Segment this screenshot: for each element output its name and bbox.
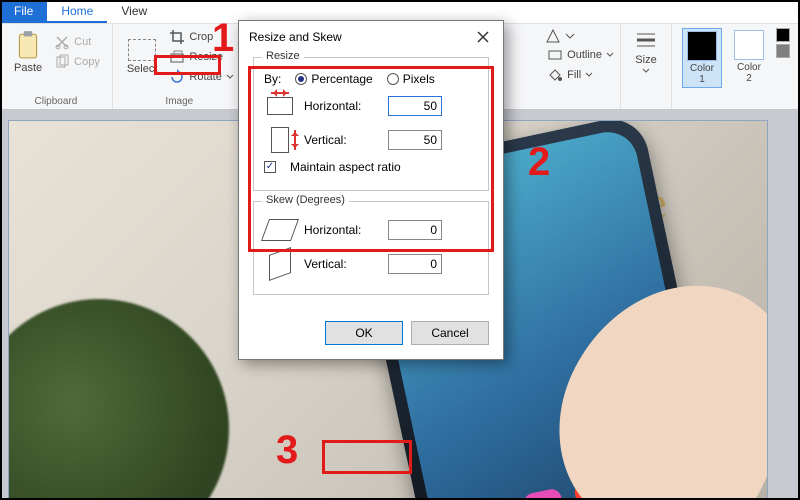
fill-label: Fill [567,69,581,81]
color2-label: Color 2 [737,62,761,84]
cut-label: Cut [74,36,91,48]
select-icon [128,39,156,61]
radio-dot-icon [295,73,307,85]
skew-h-label: Horizontal: [304,223,380,237]
cut-icon [54,34,70,50]
resize-button[interactable]: Resize [167,48,225,66]
maintain-aspect-checkbox[interactable] [264,161,276,173]
swatch-black[interactable] [776,28,790,42]
resize-vertical-input[interactable] [388,130,442,150]
paste-label: Paste [14,62,42,74]
color2-swatch [734,30,764,60]
color1-button[interactable]: Color 1 [682,28,722,88]
ok-button[interactable]: OK [325,321,403,345]
dialog-titlebar[interactable]: Resize and Skew [239,21,503,53]
chevron-down-icon [585,67,593,83]
cut-button[interactable]: Cut [52,33,93,51]
app-messages-icon [522,487,567,500]
size-icon [635,30,657,52]
vertical-resize-icon [264,126,296,154]
dialog-title: Resize and Skew [249,30,342,44]
outline-icon [547,47,563,63]
rotate-button[interactable]: Rotate [167,68,235,86]
radio-percentage[interactable]: Percentage [295,72,372,86]
horizontal-resize-icon [264,92,296,120]
copy-button[interactable]: Copy [52,53,102,71]
resize-h-label: Horizontal: [304,99,380,113]
color1-label: Color 1 [690,63,714,85]
tab-file[interactable]: File [0,0,47,23]
ribbon-group-image: Select Crop Resize Rotate Image [113,24,247,109]
copy-label: Copy [74,56,100,68]
paste-icon [15,30,41,60]
chevron-down-icon [606,47,614,63]
group-title-clipboard: Clipboard [35,96,78,107]
fill-button[interactable]: Fill [545,66,595,84]
fill-icon [547,67,563,83]
cancel-button[interactable]: Cancel [411,321,489,345]
horizontal-skew-icon [264,216,296,244]
skew-v-label: Vertical: [304,257,380,271]
resize-label: Resize [189,51,223,63]
select-button[interactable]: Select [123,37,162,77]
radio-dot-icon [387,73,399,85]
chevron-down-icon [226,69,234,85]
ribbon-group-size: Size [621,24,672,109]
radio-pixels-label: Pixels [403,72,435,86]
close-button[interactable] [473,27,493,47]
skew-horizontal-input[interactable] [388,220,442,240]
resize-fieldset: Resize By: Percentage Pixels Horizontal: [253,57,489,191]
resize-v-label: Vertical: [304,133,380,147]
tab-view[interactable]: View [107,0,161,23]
chevron-down-icon [642,68,650,74]
size-button[interactable]: Size [631,28,661,76]
close-icon [477,31,489,43]
color2-button[interactable]: Color 2 [730,28,768,86]
skew-vertical-input[interactable] [388,254,442,274]
resize-legend: Resize [262,50,304,62]
chevron-down-icon[interactable] [565,28,575,44]
rotate-icon [169,69,185,85]
crop-button[interactable]: Crop [167,28,215,46]
outline-button[interactable]: Outline [545,46,616,64]
ribbon-group-clipboard: Paste Cut Copy Clipboard [0,24,113,109]
outline-label: Outline [567,49,602,61]
ribbon-group-colors: Color 1 Color 2 [672,24,800,109]
color1-swatch [687,31,717,61]
plant-graphic [8,299,229,500]
resize-skew-dialog: Resize and Skew Resize By: Percentage Pi… [238,20,504,360]
palette-partial [776,28,790,58]
radio-pixels[interactable]: Pixels [387,72,435,86]
shape-triangle-icon[interactable] [545,28,561,44]
copy-icon [54,54,70,70]
size-label: Size [635,54,656,66]
vertical-skew-icon [264,250,296,278]
crop-icon [169,29,185,45]
swatch-gray[interactable] [776,44,790,58]
maintain-aspect-label: Maintain aspect ratio [290,160,401,174]
radio-percentage-label: Percentage [311,72,372,86]
resize-icon [169,49,185,65]
resize-horizontal-input[interactable] [388,96,442,116]
rotate-label: Rotate [189,71,221,83]
skew-legend: Skew (Degrees) [262,194,349,206]
tab-home[interactable]: Home [47,0,107,23]
group-title-image: Image [165,96,193,107]
select-label: Select [127,63,158,75]
paste-button[interactable]: Paste [10,28,46,76]
skew-fieldset: Skew (Degrees) Horizontal: Vertical: [253,201,489,295]
by-label: By: [264,72,281,86]
crop-label: Crop [189,31,213,43]
